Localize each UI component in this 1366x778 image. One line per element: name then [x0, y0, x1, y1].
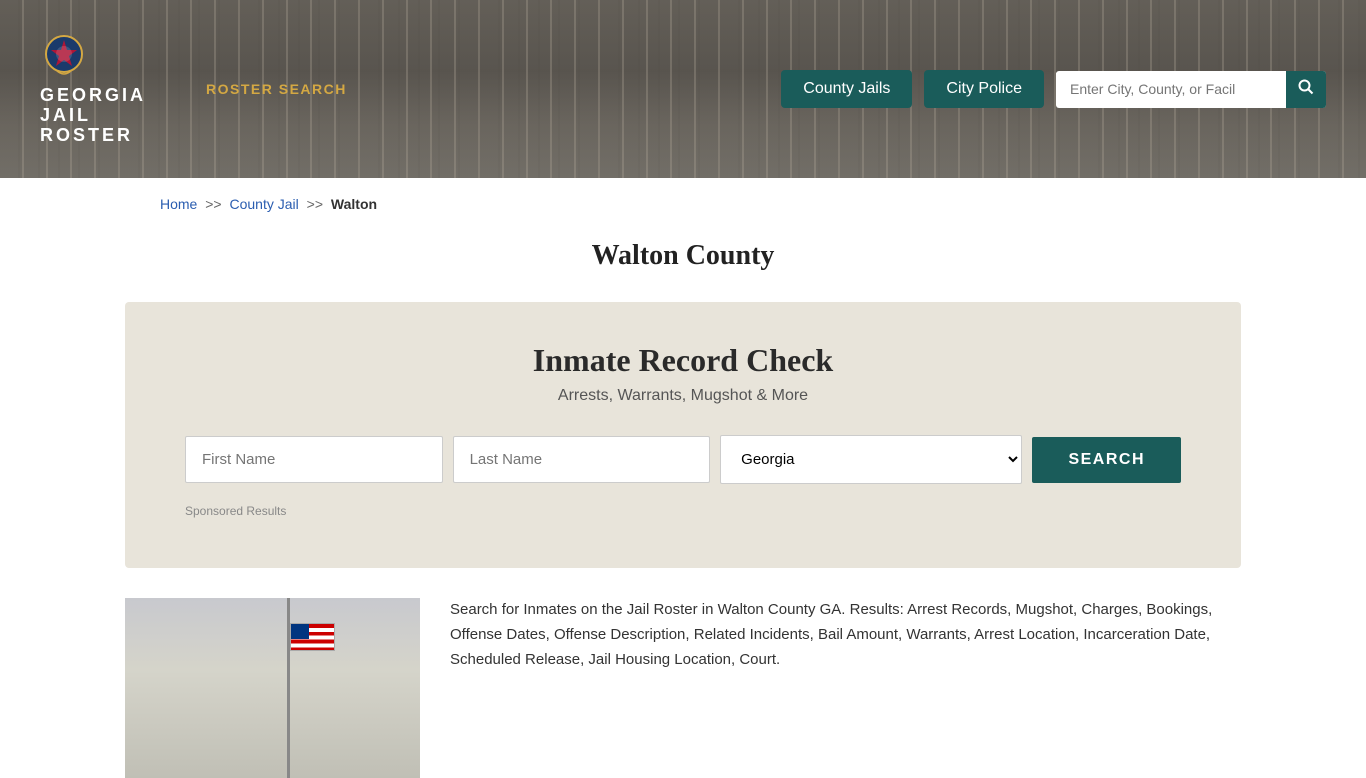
building-image	[125, 598, 420, 778]
georgia-seal-icon	[40, 32, 88, 82]
inmate-record-box: Inmate Record Check Arrests, Warrants, M…	[125, 302, 1241, 568]
description-text: Search for Inmates on the Jail Roster in…	[450, 598, 1241, 672]
breadcrumb: Home >> County Jail >> Walton	[0, 178, 1366, 230]
breadcrumb-current: Walton	[331, 196, 377, 212]
roster-search-link[interactable]: ROSTER SEARCH	[206, 81, 347, 97]
search-icon	[1298, 79, 1314, 95]
logo-line2: JAIL	[40, 106, 91, 126]
description-area: Search for Inmates on the Jail Roster in…	[125, 598, 1241, 778]
county-jails-button[interactable]: County Jails	[781, 70, 912, 108]
header: GEORGIA JAIL ROSTER ROSTER SEARCH County…	[0, 0, 1366, 178]
last-name-input[interactable]	[453, 436, 711, 483]
inmate-record-subtitle: Arrests, Warrants, Mugshot & More	[185, 387, 1181, 405]
sponsored-label: Sponsored Results	[185, 504, 1181, 518]
inmate-record-title: Inmate Record Check	[185, 342, 1181, 379]
header-content: GEORGIA JAIL ROSTER ROSTER SEARCH County…	[0, 0, 1366, 178]
logo-line1: GEORGIA	[40, 86, 146, 106]
inmate-form-row: AlabamaAlaskaArizonaArkansasCaliforniaCo…	[185, 435, 1181, 484]
inmate-search-button[interactable]: SEARCH	[1032, 437, 1181, 483]
header-search-button[interactable]	[1286, 71, 1326, 108]
header-search-input[interactable]	[1056, 73, 1286, 105]
page-title-area: Walton County	[0, 230, 1366, 302]
breadcrumb-sep1: >>	[205, 196, 221, 212]
first-name-input[interactable]	[185, 436, 443, 483]
breadcrumb-home[interactable]: Home	[160, 196, 197, 212]
header-right: County Jails City Police	[781, 70, 1326, 108]
header-search-bar	[1056, 71, 1326, 108]
page-title: Walton County	[0, 240, 1366, 272]
logo-line3: ROSTER	[40, 126, 133, 146]
state-select[interactable]: AlabamaAlaskaArizonaArkansasCaliforniaCo…	[720, 435, 1022, 484]
logo-area: GEORGIA JAIL ROSTER	[40, 32, 146, 145]
breadcrumb-sep2: >>	[307, 196, 323, 212]
us-flag	[290, 623, 335, 651]
city-police-button[interactable]: City Police	[924, 70, 1044, 108]
breadcrumb-county-jail[interactable]: County Jail	[230, 196, 299, 212]
